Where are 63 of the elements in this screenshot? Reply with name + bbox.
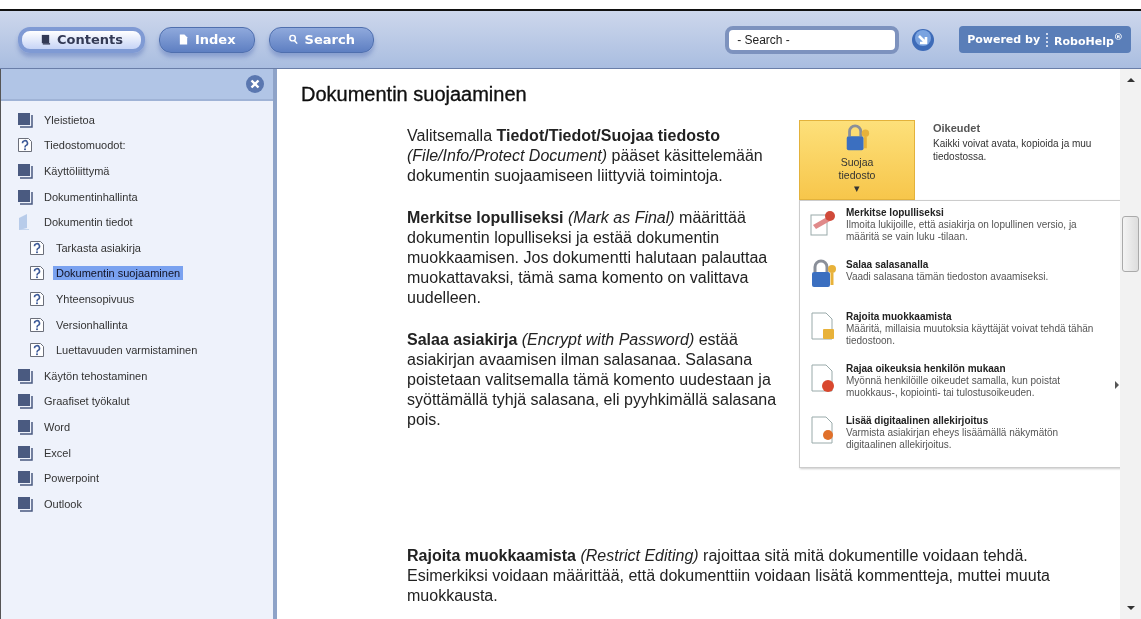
permissions-text: Kaikki voivat avata, kopioida ja muu tiedostossa. — [933, 137, 1093, 163]
book-icon — [17, 470, 33, 487]
toc-item[interactable]: Yleistietoa — [41, 112, 98, 127]
book-icon — [17, 444, 33, 461]
permissions-heading: Oikeudet — [933, 122, 982, 134]
article-title: Dokumentin suojaaminen — [301, 83, 528, 106]
toc-item[interactable]: Luettavuuden varmistaminen — [53, 343, 201, 358]
close-icon[interactable] — [245, 74, 265, 94]
toc-item[interactable]: Käyttöliittymä — [41, 164, 113, 178]
paragraph: Rajoita muokkaamista (Restrict Editing) rajoittaa sitä mitä dokumentille voidaan tehdä. Esimerkiksi voidaan määrittää, että dokumenttiin voidaan lisätä kommentteja, muttei muuta muokkausta. — [407, 546, 1051, 606]
toc-item[interactable]: Versionhallinta — [53, 317, 131, 332]
help-page-icon — [29, 316, 45, 333]
help-page-icon — [29, 265, 45, 282]
toc-item[interactable]: Graafiset työkalut — [41, 394, 133, 409]
toc-item[interactable]: Dokumentin tiedot — [41, 215, 136, 230]
paragraph: Valitsemalla Tiedot/Tiedot/Suojaa tiedosto (File/Info/Protect Document) pääset käsittelemään dokumentin suojaamiseen liittyviä toimintoja. — [407, 126, 764, 186]
book-icon — [17, 418, 33, 435]
help-page-icon — [17, 137, 33, 154]
toc-item[interactable]: Dokumentin suojaaminen — [53, 266, 184, 281]
menu-item-description: Ilmoita lukijoille, että asiakirja on lopullinen versio, ja määritä se vain luku -tilaan. — [846, 219, 1078, 243]
menu-item-title: Rajoita muokkaamista — [846, 311, 953, 322]
book-icon — [17, 495, 33, 512]
tab[interactable]: Contents — [18, 26, 145, 53]
book-icon — [17, 393, 33, 410]
scrollbar[interactable] — [1120, 69, 1141, 619]
toc-item[interactable]: Tiedostomuodot: — [41, 138, 129, 153]
menu-item-title: Salaa salasanalla — [846, 259, 930, 270]
powered-by-label: Powered by — [967, 33, 1041, 46]
menu-item-description: Vaadi salasana tämän tiedoston avaamiseksi. — [846, 271, 1050, 283]
menu-item-title: Rajaa oikeuksia henkilön mukaan — [846, 363, 1007, 374]
scroll-down-icon[interactable] — [1125, 605, 1136, 611]
search-field[interactable]: - Search - — [725, 25, 900, 54]
submenu-arrow-icon — [1114, 381, 1120, 389]
menu-item-description: Myönnä henkilöille oikeudet samalla, kun poistat muokkaus-, kopiointi- tai tulostusoikeuden. — [846, 375, 1061, 399]
book-icon — [17, 367, 33, 384]
toc-item[interactable]: Outlook — [41, 496, 85, 511]
menu-item-description: Määritä, millaisia muutoksia käyttäjät voivat tehdä tähän tiedostoon. — [846, 323, 1095, 347]
help-page-icon — [29, 239, 45, 256]
scroll-up-icon[interactable] — [1125, 77, 1136, 83]
scroll-thumb[interactable] — [1122, 216, 1139, 272]
search-icon — [287, 34, 299, 45]
toc-item[interactable]: Excel — [41, 445, 74, 460]
go-icon[interactable] — [911, 27, 936, 52]
toc-item[interactable]: Käytön tehostaminen — [41, 368, 151, 383]
menu-item-title: Lisää digitaalinen allekirjoitus — [846, 415, 990, 426]
paragraph: Salaa asiakirja (Encrypt with Password) estää asiakirjan avaamisen ilman salasanaa. Salasana poistetaan valitsemalla tämä komento uudestaan ja syöttämällä tyhjä salasana, eli pyyhkimällä salasana pois. — [407, 330, 778, 430]
book-icon — [17, 111, 33, 128]
toc-item[interactable]: Dokumentinhallinta — [41, 189, 141, 204]
paragraph: Merkitse lopulliseksi (Mark as Final) määrittää dokumentin lopulliseksi ja estää dokumentin muokkaamisen. Jos dokumentti halutaan palauttaa muokattavaksi, tämä sama komento on valittava uudelleen. — [407, 208, 769, 308]
book-icon — [17, 188, 33, 205]
book-icon — [17, 163, 33, 179]
powered-by-badge[interactable]: Powered by RoboHelp$^{®}$ — [959, 26, 1131, 53]
toc-item[interactable]: Tarkasta asiakirja — [53, 240, 144, 255]
help-page-icon — [29, 342, 45, 359]
toc-item[interactable]: Powerpoint — [41, 471, 103, 486]
toc-item[interactable]: Yhteensopivuus — [53, 291, 138, 306]
menu-item-description: Varmista asiakirjan eheys lisäämällä näkymätön digitaalinen allekirjoitus. — [846, 427, 1060, 451]
menu-item-title: Merkitse lopulliseksi — [846, 207, 945, 218]
help-page-icon — [29, 290, 45, 307]
page-icon — [177, 34, 189, 45]
book-icon — [40, 34, 51, 45]
toc-item[interactable]: Word — [41, 419, 74, 434]
robohelp-label: RoboHelp$^{®}$ — [1054, 31, 1123, 48]
